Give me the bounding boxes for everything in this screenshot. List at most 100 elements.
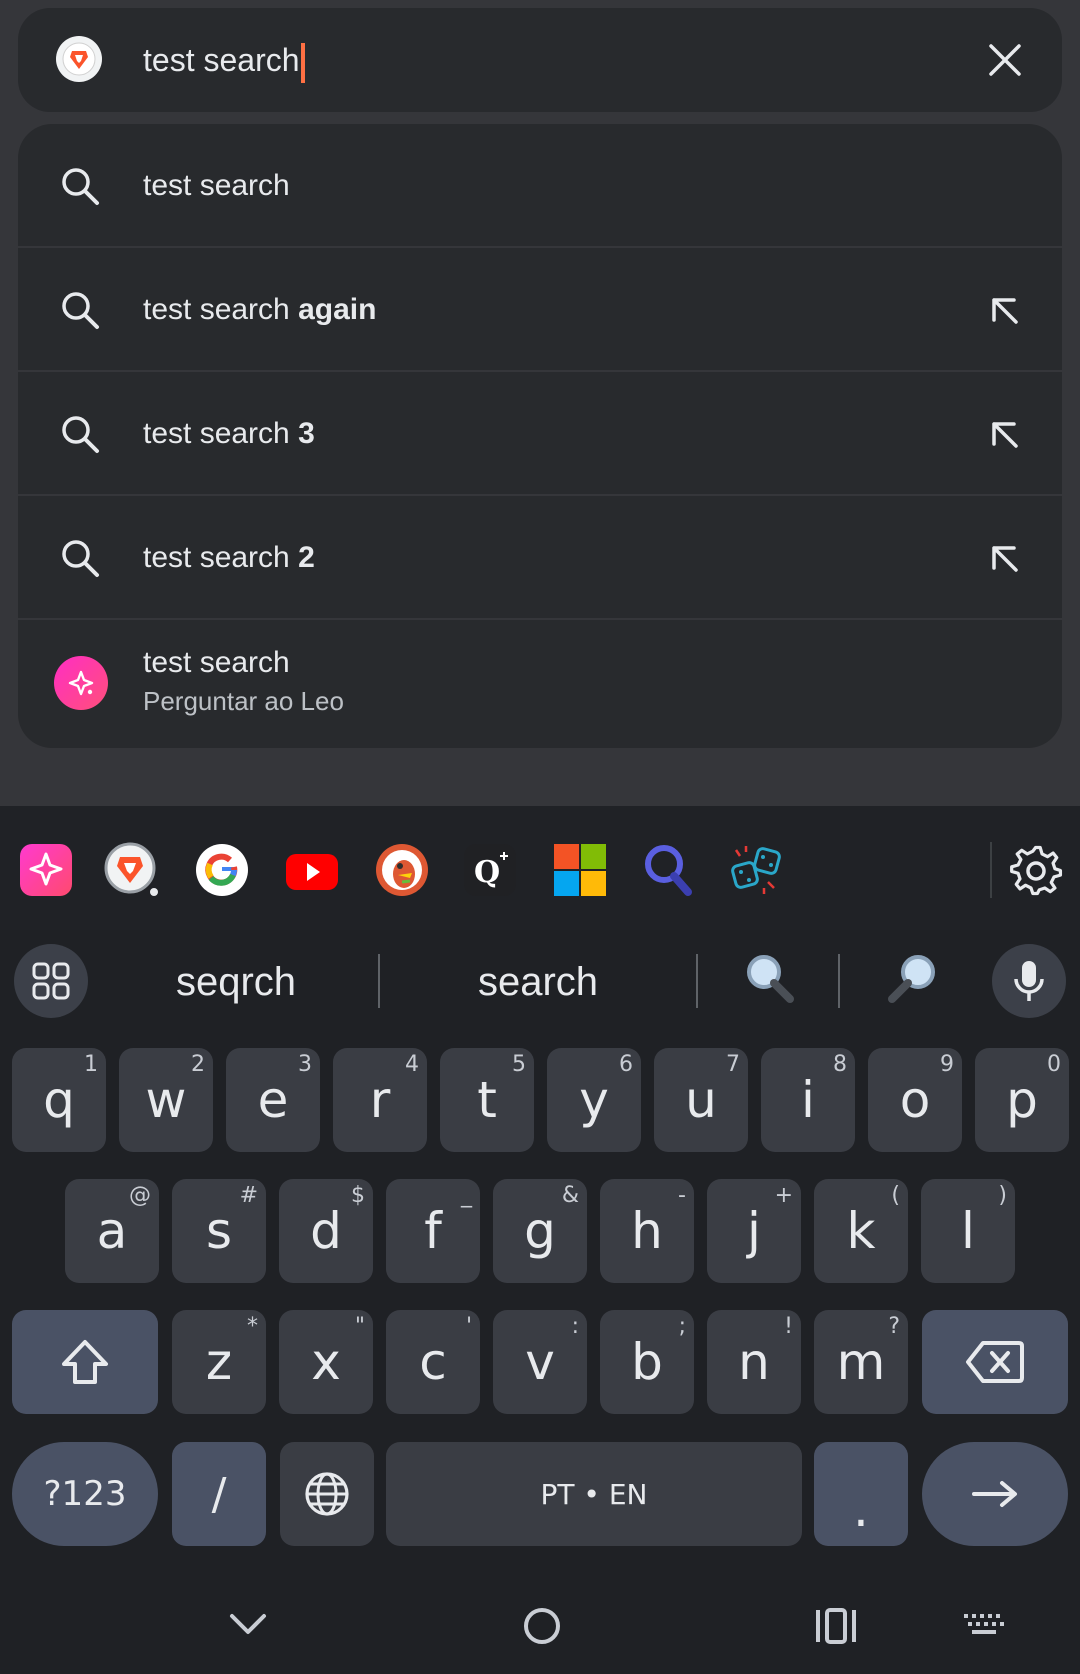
- space-key[interactable]: PT • EN: [386, 1442, 802, 1546]
- suggestion-prefix: test search: [143, 169, 290, 202]
- magnifier-right-icon: [888, 955, 935, 1003]
- key-x[interactable]: x ": [279, 1310, 373, 1414]
- microphone-icon[interactable]: [992, 944, 1066, 1018]
- bing-icon[interactable]: [552, 842, 608, 898]
- key-c[interactable]: c ': [386, 1310, 480, 1414]
- key-letter: v: [525, 1333, 555, 1391]
- suggestion-bold: 2: [298, 541, 315, 574]
- key-a[interactable]: a @: [65, 1179, 159, 1283]
- key-hint: 7: [726, 1052, 740, 1077]
- key-letter: c: [419, 1333, 447, 1391]
- key-letter: o: [899, 1071, 931, 1129]
- leo-icon[interactable]: [18, 842, 74, 898]
- key-letter: s: [205, 1202, 233, 1260]
- apps-grid-icon[interactable]: [14, 944, 88, 1018]
- key-hint: $: [351, 1183, 365, 1208]
- magnifier-left-icon: [747, 955, 794, 1003]
- close-icon[interactable]: [985, 40, 1025, 80]
- key-y[interactable]: y6: [547, 1048, 641, 1152]
- qwant-icon[interactable]: Q: [462, 842, 518, 898]
- candidate-emoji-2[interactable]: [882, 948, 942, 1029]
- slash-key[interactable]: /: [172, 1442, 266, 1546]
- suggestion-bold: again: [298, 293, 377, 326]
- key-n[interactable]: n!: [707, 1310, 801, 1414]
- key-hint: 3: [298, 1052, 312, 1077]
- key-letter: j: [747, 1202, 761, 1260]
- candidate-word-2[interactable]: search: [450, 948, 626, 1016]
- settings-icon[interactable]: [1008, 842, 1064, 898]
- key-d[interactable]: d $: [279, 1179, 373, 1283]
- key-f[interactable]: f _: [386, 1179, 480, 1283]
- language-globe-key[interactable]: [280, 1442, 374, 1546]
- key-h[interactable]: h-: [600, 1179, 694, 1283]
- symbols-key[interactable]: ?123: [12, 1442, 158, 1546]
- backspace-key[interactable]: [922, 1310, 1068, 1414]
- key-letter: f: [424, 1202, 442, 1260]
- key-r[interactable]: r4: [333, 1048, 427, 1152]
- key-letter: u: [685, 1071, 717, 1129]
- key-w[interactable]: w2: [119, 1048, 213, 1152]
- brave-search-icon[interactable]: [640, 842, 696, 898]
- key-hint: -: [678, 1183, 686, 1208]
- key-hint: ?: [888, 1314, 900, 1339]
- key-g[interactable]: g &: [493, 1179, 587, 1283]
- candidate-divider: [696, 954, 698, 1008]
- search-input[interactable]: test search: [143, 36, 305, 84]
- recent-apps-icon[interactable]: [806, 1600, 866, 1650]
- key-hint: :: [571, 1314, 579, 1339]
- key-l[interactable]: l): [921, 1179, 1015, 1283]
- key-i[interactable]: i8: [761, 1048, 855, 1152]
- keyboard-switch-icon[interactable]: [954, 1600, 1014, 1650]
- period-key[interactable]: .: [814, 1442, 908, 1546]
- period-key-label: .: [853, 1480, 869, 1538]
- key-letter: y: [579, 1071, 609, 1129]
- suggestion-prefix: test search: [143, 293, 299, 326]
- key-letter: m: [836, 1333, 886, 1391]
- key-s[interactable]: s #: [172, 1179, 266, 1283]
- key-q[interactable]: q1: [12, 1048, 106, 1152]
- key-u[interactable]: u7: [654, 1048, 748, 1152]
- suggestion-row[interactable]: test search again: [18, 248, 1062, 372]
- leo-suggestion-row[interactable]: test search Perguntar ao Leo: [18, 620, 1062, 748]
- arrow-up-left-icon[interactable]: [984, 414, 1024, 454]
- brave-lion-icon: [56, 36, 102, 82]
- candidate-word-1[interactable]: seqrch: [150, 948, 322, 1016]
- shift-key[interactable]: [12, 1310, 158, 1414]
- key-k[interactable]: k(: [814, 1179, 908, 1283]
- key-e[interactable]: e3: [226, 1048, 320, 1152]
- key-o[interactable]: o9: [868, 1048, 962, 1152]
- suggestion-row[interactable]: test search 2: [18, 496, 1062, 620]
- home-circle-icon[interactable]: [512, 1600, 572, 1650]
- suggestion-text: test search 2: [143, 536, 315, 580]
- key-t[interactable]: t5: [440, 1048, 534, 1152]
- globe-icon: [305, 1472, 349, 1516]
- hide-keyboard-chevron-icon[interactable]: [218, 1600, 278, 1650]
- key-p[interactable]: p0: [975, 1048, 1069, 1152]
- dice-icon[interactable]: [728, 842, 784, 898]
- google-icon[interactable]: [194, 842, 250, 898]
- key-b[interactable]: b;: [600, 1310, 694, 1414]
- duckduckgo-icon[interactable]: [374, 842, 430, 898]
- suggestion-row[interactable]: test search: [18, 124, 1062, 248]
- enter-key[interactable]: [922, 1442, 1068, 1546]
- shift-arrow-icon: [62, 1340, 108, 1384]
- key-v[interactable]: v:: [493, 1310, 587, 1414]
- leo-suggestion-subtitle: Perguntar ao Leo: [143, 686, 344, 716]
- key-hint: 5: [512, 1052, 526, 1077]
- candidate-divider: [378, 954, 380, 1008]
- key-hint: 2: [191, 1052, 205, 1077]
- youtube-icon[interactable]: [284, 842, 340, 898]
- key-m[interactable]: m?: [814, 1310, 908, 1414]
- arrow-up-left-icon[interactable]: [984, 290, 1024, 330]
- candidate-emoji-1[interactable]: [740, 948, 800, 1028]
- arrow-up-left-icon[interactable]: [984, 538, 1024, 578]
- brave-icon[interactable]: [104, 842, 160, 898]
- key-z[interactable]: z *: [172, 1310, 266, 1414]
- search-icon: [62, 168, 99, 205]
- key-hint: +: [774, 1183, 793, 1208]
- key-j[interactable]: j +: [707, 1179, 801, 1283]
- key-letter: x: [311, 1333, 341, 1391]
- suggestion-text: test search 3: [143, 412, 315, 456]
- suggestion-row[interactable]: test search 3: [18, 372, 1062, 496]
- key-hint: &: [561, 1183, 579, 1208]
